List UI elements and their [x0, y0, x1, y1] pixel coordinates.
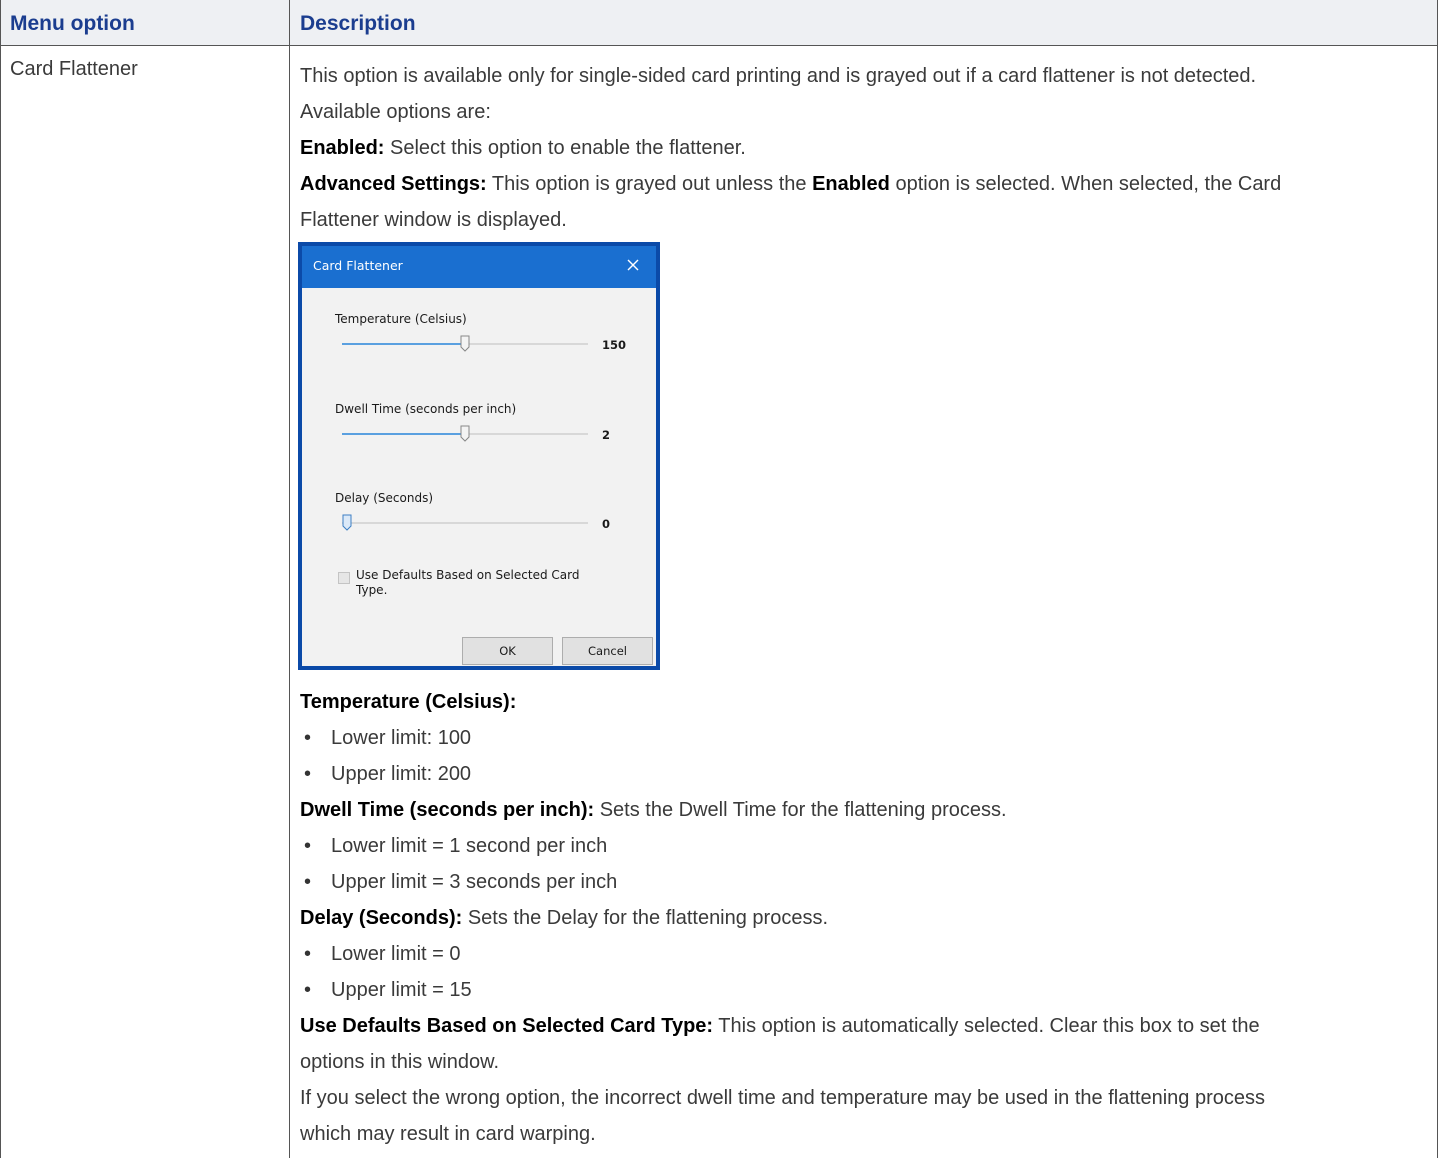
advanced-desc-2: option is selected. When selected, the C…: [889, 173, 1282, 195]
close-icon[interactable]: [622, 254, 644, 276]
defaults-desc-1: This option is automatically selected. C…: [713, 1015, 1260, 1037]
dwell-time-value: 2: [602, 428, 611, 442]
delay-term: Delay (Seconds):: [300, 907, 463, 929]
delay-limits-list: Lower limit = 0 Upper limit = 15: [300, 936, 1430, 1008]
delay-slider[interactable]: [342, 522, 588, 524]
advanced-settings-text: Advanced Settings: This option is grayed…: [300, 166, 1430, 202]
dwell-time-text: Dwell Time (seconds per inch): Sets the …: [300, 792, 1430, 828]
dwell-time-slider-label: Dwell Time (seconds per inch): [335, 402, 517, 416]
enabled-option-text: Enabled: Select this option to enable th…: [300, 130, 1430, 166]
temperature-value: 150: [602, 338, 627, 352]
list-item: Upper limit = 3 seconds per inch: [300, 864, 1430, 900]
advanced-desc-1: This option is grayed out unless the: [486, 173, 813, 195]
temperature-limits-list: Lower limit: 100 Upper limit: 200: [300, 720, 1430, 792]
list-item: Upper limit = 15: [300, 972, 1430, 1008]
defaults-text: Use Defaults Based on Selected Card Type…: [300, 1008, 1430, 1044]
enabled-inline-term: Enabled: [812, 173, 890, 195]
dwell-time-desc: Sets the Dwell Time for the flattening p…: [594, 799, 1007, 821]
delay-slider-thumb[interactable]: [342, 514, 352, 531]
menu-option-cell: Card Flattener: [10, 58, 138, 80]
enabled-term: Enabled:: [300, 137, 385, 159]
list-item: Lower limit = 0: [300, 936, 1430, 972]
temperature-heading: Temperature (Celsius):: [300, 684, 1430, 720]
defaults-desc-2: options in this window.: [300, 1051, 500, 1073]
list-item: Lower limit = 1 second per inch: [300, 828, 1430, 864]
delay-desc: Sets the Delay for the flattening proces…: [462, 907, 829, 929]
temperature-slider-fill: [342, 343, 465, 345]
warning-text-1: If you select the wrong option, the inco…: [300, 1087, 1265, 1109]
warning-text-2: which may result in card warping.: [300, 1123, 596, 1145]
enabled-desc: Select this option to enable the flatten…: [384, 137, 746, 159]
intro-text-2: Available options are:: [300, 101, 491, 123]
dialog-title: Card Flattener: [313, 258, 403, 273]
cancel-button[interactable]: Cancel: [562, 637, 653, 665]
temperature-term: Temperature (Celsius):: [300, 691, 517, 713]
dwell-limits-list: Lower limit = 1 second per inch Upper li…: [300, 828, 1430, 900]
table-header-row: Menu option Description: [1, 0, 1437, 46]
delay-text: Delay (Seconds): Sets the Delay for the …: [300, 900, 1430, 936]
list-item: Upper limit: 200: [300, 756, 1430, 792]
defaults-term: Use Defaults Based on Selected Card Type…: [300, 1015, 714, 1037]
dwell-time-term: Dwell Time (seconds per inch):: [300, 799, 595, 821]
advanced-settings-term: Advanced Settings:: [300, 173, 487, 195]
delay-slider-label: Delay (Seconds): [335, 491, 434, 505]
delay-value: 0: [602, 517, 611, 531]
use-defaults-checkbox[interactable]: [338, 572, 350, 584]
temperature-slider-label: Temperature (Celsius): [335, 312, 467, 326]
dwell-time-slider-fill: [342, 433, 465, 435]
ok-button[interactable]: OK: [462, 637, 553, 665]
list-item: Lower limit: 100: [300, 720, 1430, 756]
header-description: Description: [300, 12, 416, 35]
dwell-time-slider-thumb[interactable]: [460, 425, 470, 442]
menu-options-table: Menu option Description Card Flattener T…: [0, 0, 1438, 1158]
dialog-title-bar: Card Flattener: [302, 246, 656, 288]
use-defaults-label: Use Defaults Based on Selected Card Type…: [356, 568, 580, 597]
temperature-slider-thumb[interactable]: [460, 335, 470, 352]
column-divider: [289, 0, 290, 1158]
card-flattener-dialog: Card Flattener Temperature (Celsius) 150…: [298, 242, 660, 670]
intro-text: This option is available only for single…: [300, 65, 1257, 87]
advanced-desc-3: Flattener window is displayed.: [300, 209, 567, 231]
header-menu-option: Menu option: [10, 12, 135, 35]
